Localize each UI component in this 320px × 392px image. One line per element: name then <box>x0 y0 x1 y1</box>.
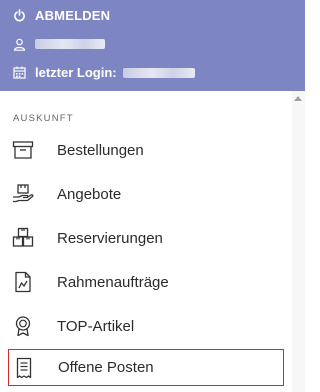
scroll-up-arrow-icon[interactable] <box>294 96 302 101</box>
redacted-username <box>35 39 105 49</box>
stacked-boxes-icon <box>12 227 34 249</box>
menu-item-label: Angebote <box>57 185 122 203</box>
menu-item-angebote[interactable]: Angebote <box>8 176 284 212</box>
menu-item-label: Reservierungen <box>57 229 163 247</box>
menu-item-label: Bestellungen <box>57 141 144 159</box>
redacted-login-date <box>122 67 195 78</box>
menu-item-offene-posten[interactable]: Offene Posten <box>8 349 284 386</box>
menu-item-label: TOP-Artikel <box>57 317 135 335</box>
receipt-icon <box>13 357 35 379</box>
user-icon <box>12 37 26 51</box>
last-login-row: letzter Login: <box>12 65 195 80</box>
power-icon <box>12 9 26 23</box>
award-badge-icon <box>12 315 34 337</box>
menu-item-label: Offene Posten <box>58 359 154 376</box>
menu-item-bestellungen[interactable]: Bestellungen <box>8 132 284 168</box>
scrollbar-track[interactable] <box>292 91 305 392</box>
menu-item-rahmenauftraege[interactable]: Rahmenaufträge <box>8 264 284 300</box>
menu-item-top-artikel[interactable]: TOP-Artikel <box>8 308 284 344</box>
document-chart-icon <box>12 271 34 293</box>
menu-item-label: Rahmenaufträge <box>57 273 169 291</box>
account-header: ABMELDEN letzter Login: <box>0 0 305 91</box>
hand-box-icon <box>12 183 34 205</box>
last-login-label: letzter Login: <box>35 65 117 80</box>
menu-item-reservierungen[interactable]: Reservierungen <box>8 220 284 256</box>
logout-button[interactable]: ABMELDEN <box>12 8 110 23</box>
logout-label: ABMELDEN <box>35 8 111 23</box>
section-label-auskunft: AUSKUNFT <box>13 113 74 124</box>
archive-box-icon <box>12 139 34 161</box>
calendar-icon <box>12 66 26 80</box>
user-name-row <box>12 37 105 51</box>
